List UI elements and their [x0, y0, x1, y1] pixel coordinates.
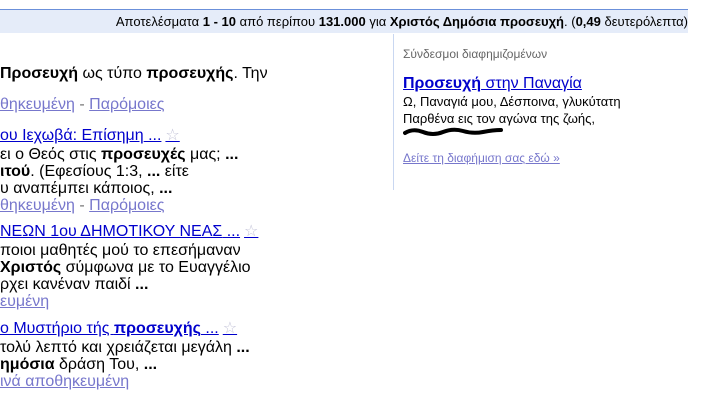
star-icon[interactable]: ☆ [244, 223, 258, 240]
cached-link[interactable]: θηκευμένη [0, 96, 75, 113]
result-snippet-line: υ αναπέμπει κάποιος, ... [0, 180, 173, 197]
results-stats: Αποτελέσματα 1 - 10 από περίπου 131.000 … [116, 14, 688, 29]
result-title-link[interactable]: ο Μυστήριο τής προσευχής ... ☆ [0, 319, 400, 339]
cached-link[interactable]: θηκευμένη [0, 197, 75, 214]
stats-post: . ( [564, 14, 576, 29]
search-result-2: ου Ιεχωβά: Επίσημη ... ☆ ει ο Θεός στις π… [0, 126, 400, 214]
result-snippet-line: Χριστός σύμφωνα με το Ευαγγέλιο [0, 259, 251, 276]
stats-prefix: Αποτελέσματα [115, 14, 203, 29]
stats-query: Χριστός Δημόσια προσευχή [389, 14, 564, 29]
result-title-link[interactable]: ΝΕΩΝ 1ου ΔΗΜΟΤΙΚΟΥ ΝΕΑΣ ... ☆ [0, 222, 400, 242]
redacted-url-scribble [403, 127, 503, 136]
cached-link[interactable]: ινά αποθηκευμένη [0, 373, 129, 390]
result-snippet-line: ει ο Θεός στις προσευχές μας; ... [0, 146, 239, 163]
search-result-3: ΝΕΩΝ 1ου ΔΗΜΟΤΙΚΟΥ ΝΕΑΣ ... ☆ ποιοι μαθητ… [0, 222, 400, 310]
sponsored-header: Σύνδεσμοι διαφημιζομένων [403, 47, 548, 61]
result-snippet-line: ιτού. (Εφεσίους 1:3, ... είτε [0, 163, 189, 180]
result-snippet: Προσευχή ως τύπο προσευχής. Την [0, 65, 268, 82]
result-snippet-line: τολύ λεπτό και χρειάζεται μεγάλη ... [0, 339, 250, 356]
result-snippet-line: ποιοι μαθητές μού το επεσήμαναν [0, 242, 241, 259]
stats-mid: από περίπου [235, 14, 319, 29]
ad-text-line: Ω, Παναγιά μου, Δέσποινα, γλυκύτατη [403, 94, 621, 109]
ad-title-link[interactable]: Προσευχή στην Παναγία [403, 75, 703, 93]
star-icon[interactable]: ☆ [165, 127, 179, 144]
stats-tail: δευτερόλεπτα) [600, 14, 688, 29]
result-links: θηκευμένη - Παρόμοιες [0, 197, 165, 214]
similar-link[interactable]: Παρόμοιες [89, 197, 164, 214]
result-snippet-line: ημόσια δράση Του, ... [0, 356, 158, 373]
cached-link[interactable]: ευμένη [0, 293, 49, 310]
result-links: ινά αποθηκευμένη [0, 373, 400, 390]
stats-for: για [365, 14, 390, 29]
search-result-4: ο Μυστήριο τής προσευχής ... ☆ τολύ λεπτό… [0, 319, 400, 390]
stats-time: 0,49 [575, 14, 601, 29]
result-links: θηκευμένη - Παρόμοιες [0, 96, 165, 113]
stats-range: 1 - 10 [202, 14, 236, 29]
stats-count: 131.000 [318, 14, 366, 29]
sponsored-links: Σύνδεσμοι διαφημιζομένων Προσευχή στην Π… [403, 47, 703, 165]
similar-link[interactable]: Παρόμοιες [89, 96, 164, 113]
result-snippet-line: ρχει κανέναν παιδί ... [0, 276, 149, 293]
results-stats-bar: Αποτελέσματα 1 - 10 από περίπου 131.000 … [0, 9, 688, 33]
result-title-link[interactable]: ου Ιεχωβά: Επίσημη ... ☆ [0, 126, 400, 146]
result-links: ευμένη [0, 293, 400, 310]
star-icon[interactable]: ☆ [223, 320, 237, 337]
search-result-1: Προσευχή ως τύπο προσευχής. Την θηκευμέν… [0, 65, 400, 113]
ad-text-line: Παρθένα εις τον αγώνα της ζωής, [403, 111, 595, 126]
see-your-ad-link[interactable]: Δείτε τη διαφήμιση σας εδώ » [403, 151, 703, 165]
